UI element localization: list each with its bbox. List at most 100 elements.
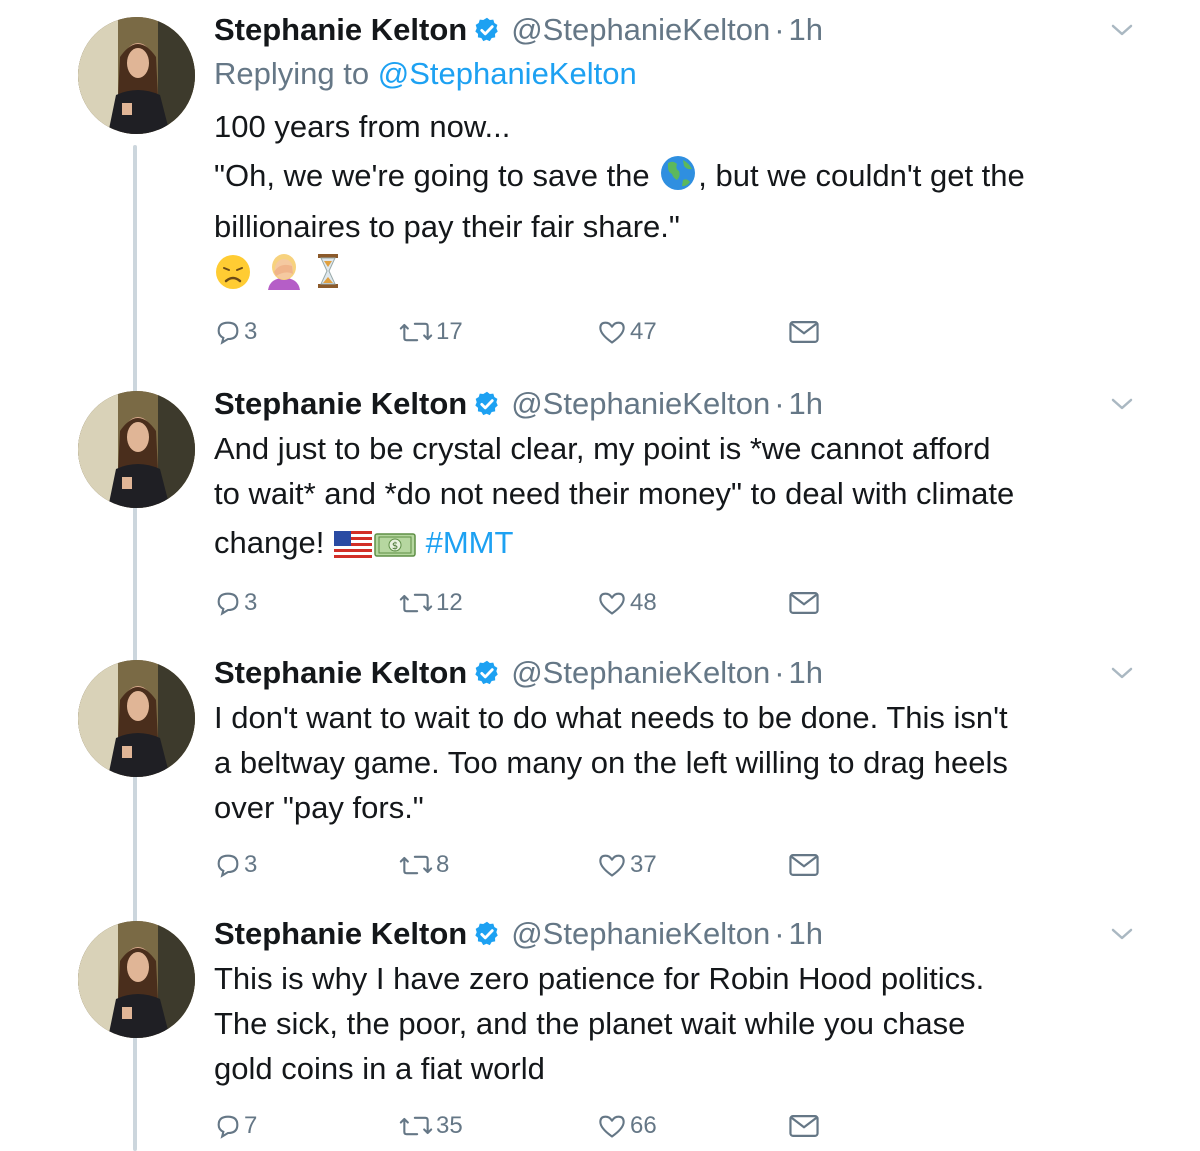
reply-icon [217, 1115, 239, 1139]
retweet-button[interactable]: 8 [398, 847, 449, 883]
retweet-count: 8 [436, 851, 450, 878]
tweet-actions: 3 17 47 [214, 314, 834, 350]
caret-down-icon[interactable] [1110, 926, 1134, 947]
direct-message-icon [789, 854, 819, 876]
tweet-text-line: change! $ #MMT [214, 520, 1164, 571]
like-count: 47 [630, 318, 657, 345]
tweet-text-line: a beltway game. Too many on the left wil… [214, 745, 1008, 780]
direct-message-button[interactable] [788, 1108, 822, 1144]
tweet-actions: 3 12 48 [214, 585, 834, 621]
avatar[interactable] [78, 660, 195, 777]
caret-down-icon[interactable] [1110, 665, 1134, 686]
like-button[interactable]: 66 [596, 1108, 657, 1144]
tweet-text-line: I don't want to wait to do what needs to… [214, 700, 1008, 735]
tweet-actions: 3 8 37 [214, 847, 834, 883]
timestamp[interactable]: 1h [789, 12, 823, 47]
like-icon [599, 592, 625, 615]
timestamp[interactable]: 1h [789, 386, 823, 421]
retweet-button[interactable]: 35 [398, 1108, 463, 1144]
separator-dot: · [774, 12, 785, 47]
author-handle[interactable]: @StephanieKelton [511, 12, 770, 47]
tweet-text-segment: "Oh, we we're going to save the [214, 158, 650, 193]
direct-message-icon [789, 1115, 819, 1137]
avatar[interactable] [78, 391, 195, 508]
tweet-header: Stephanie Kelton @StephanieKelton · 1h [214, 912, 823, 956]
tweet-text-line: billionaires to pay their fair share." [214, 209, 680, 244]
author-name[interactable]: Stephanie Kelton [214, 916, 467, 951]
reply-button[interactable]: 7 [214, 1108, 257, 1144]
reply-mention-link[interactable]: @StephanieKelton [378, 56, 637, 91]
author-name[interactable]: Stephanie Kelton [214, 386, 467, 421]
tweet-header: Stephanie Kelton @StephanieKelton · 1h [214, 382, 823, 426]
hashtag-link[interactable]: #MMT [426, 525, 514, 560]
like-icon [599, 321, 625, 344]
caret-down-icon[interactable] [1110, 22, 1134, 43]
us-flag-emoji-icon [333, 526, 372, 571]
retweet-count: 12 [436, 589, 463, 616]
author-handle[interactable]: @StephanieKelton [511, 916, 770, 951]
tweet-text-line: to wait* and *do not need their money" t… [214, 476, 1015, 511]
reply-button[interactable]: 3 [214, 585, 257, 621]
retweet-icon [399, 855, 433, 875]
reply-icon [217, 854, 239, 878]
avatar[interactable] [78, 921, 195, 1038]
direct-message-button[interactable] [788, 314, 822, 350]
tweet-actions: 7 35 66 [214, 1108, 834, 1144]
tweet-text: 100 years from now... "Oh, we we're goin… [214, 104, 1164, 302]
reply-count: 7 [244, 1112, 258, 1139]
tweet-text-line: The sick, the poor, and the planet wait … [214, 1006, 966, 1041]
author-handle[interactable]: @StephanieKelton [511, 655, 770, 690]
reply-icon [217, 321, 239, 345]
like-icon [599, 1115, 625, 1138]
author-name[interactable]: Stephanie Kelton [214, 655, 467, 690]
timestamp[interactable]: 1h [789, 916, 823, 951]
retweet-button[interactable]: 17 [398, 314, 463, 350]
like-count: 37 [630, 851, 657, 878]
verified-badge-icon [473, 655, 501, 699]
reply-button[interactable]: 3 [214, 847, 257, 883]
tweet-text-line: And just to be crystal clear, my point i… [214, 431, 991, 466]
like-count: 48 [630, 589, 657, 616]
like-button[interactable]: 48 [596, 585, 657, 621]
tweet-header: Stephanie Kelton @StephanieKelton · 1h [214, 8, 823, 52]
retweet-count: 35 [436, 1112, 463, 1139]
reply-count: 3 [244, 589, 258, 616]
svg-text:$: $ [392, 541, 398, 552]
like-icon [599, 854, 625, 877]
retweet-button[interactable]: 12 [398, 585, 463, 621]
direct-message-button[interactable] [788, 847, 822, 883]
emoji-line [214, 251, 1164, 302]
like-button[interactable]: 37 [596, 847, 657, 883]
retweet-icon [399, 1116, 433, 1136]
tweet-text-line: gold coins in a fiat world [214, 1051, 545, 1086]
retweet-count: 17 [436, 318, 463, 345]
tweet-text-segment: change! [214, 525, 325, 560]
author-handle[interactable]: @StephanieKelton [511, 386, 770, 421]
separator-dot: · [774, 655, 785, 690]
verified-badge-icon [473, 12, 501, 56]
caret-down-icon[interactable] [1110, 396, 1134, 417]
tweet-text: And just to be crystal clear, my point i… [214, 426, 1164, 571]
direct-message-button[interactable] [788, 585, 822, 621]
tweet-text: This is why I have zero patience for Rob… [214, 956, 1164, 1091]
hourglass-emoji-icon [316, 252, 340, 302]
retweet-icon [399, 593, 433, 613]
money-emoji-icon: $ [374, 526, 416, 571]
retweet-icon [399, 322, 433, 342]
author-name[interactable]: Stephanie Kelton [214, 12, 467, 47]
disappointed-face-emoji-icon [215, 254, 251, 302]
direct-message-icon [789, 592, 819, 614]
reply-count: 3 [244, 851, 258, 878]
facepalm-emoji-icon [262, 252, 306, 302]
reply-count: 3 [244, 318, 258, 345]
reply-icon [217, 592, 239, 616]
timestamp[interactable]: 1h [789, 655, 823, 690]
tweet-text-line: over "pay fors." [214, 790, 424, 825]
separator-dot: · [774, 386, 785, 421]
like-button[interactable]: 47 [596, 314, 657, 350]
avatar[interactable] [78, 17, 195, 134]
reply-button[interactable]: 3 [214, 314, 257, 350]
direct-message-icon [789, 321, 819, 343]
tweet-text-line: 100 years from now... [214, 109, 511, 144]
tweet-text-line: This is why I have zero patience for Rob… [214, 961, 985, 996]
